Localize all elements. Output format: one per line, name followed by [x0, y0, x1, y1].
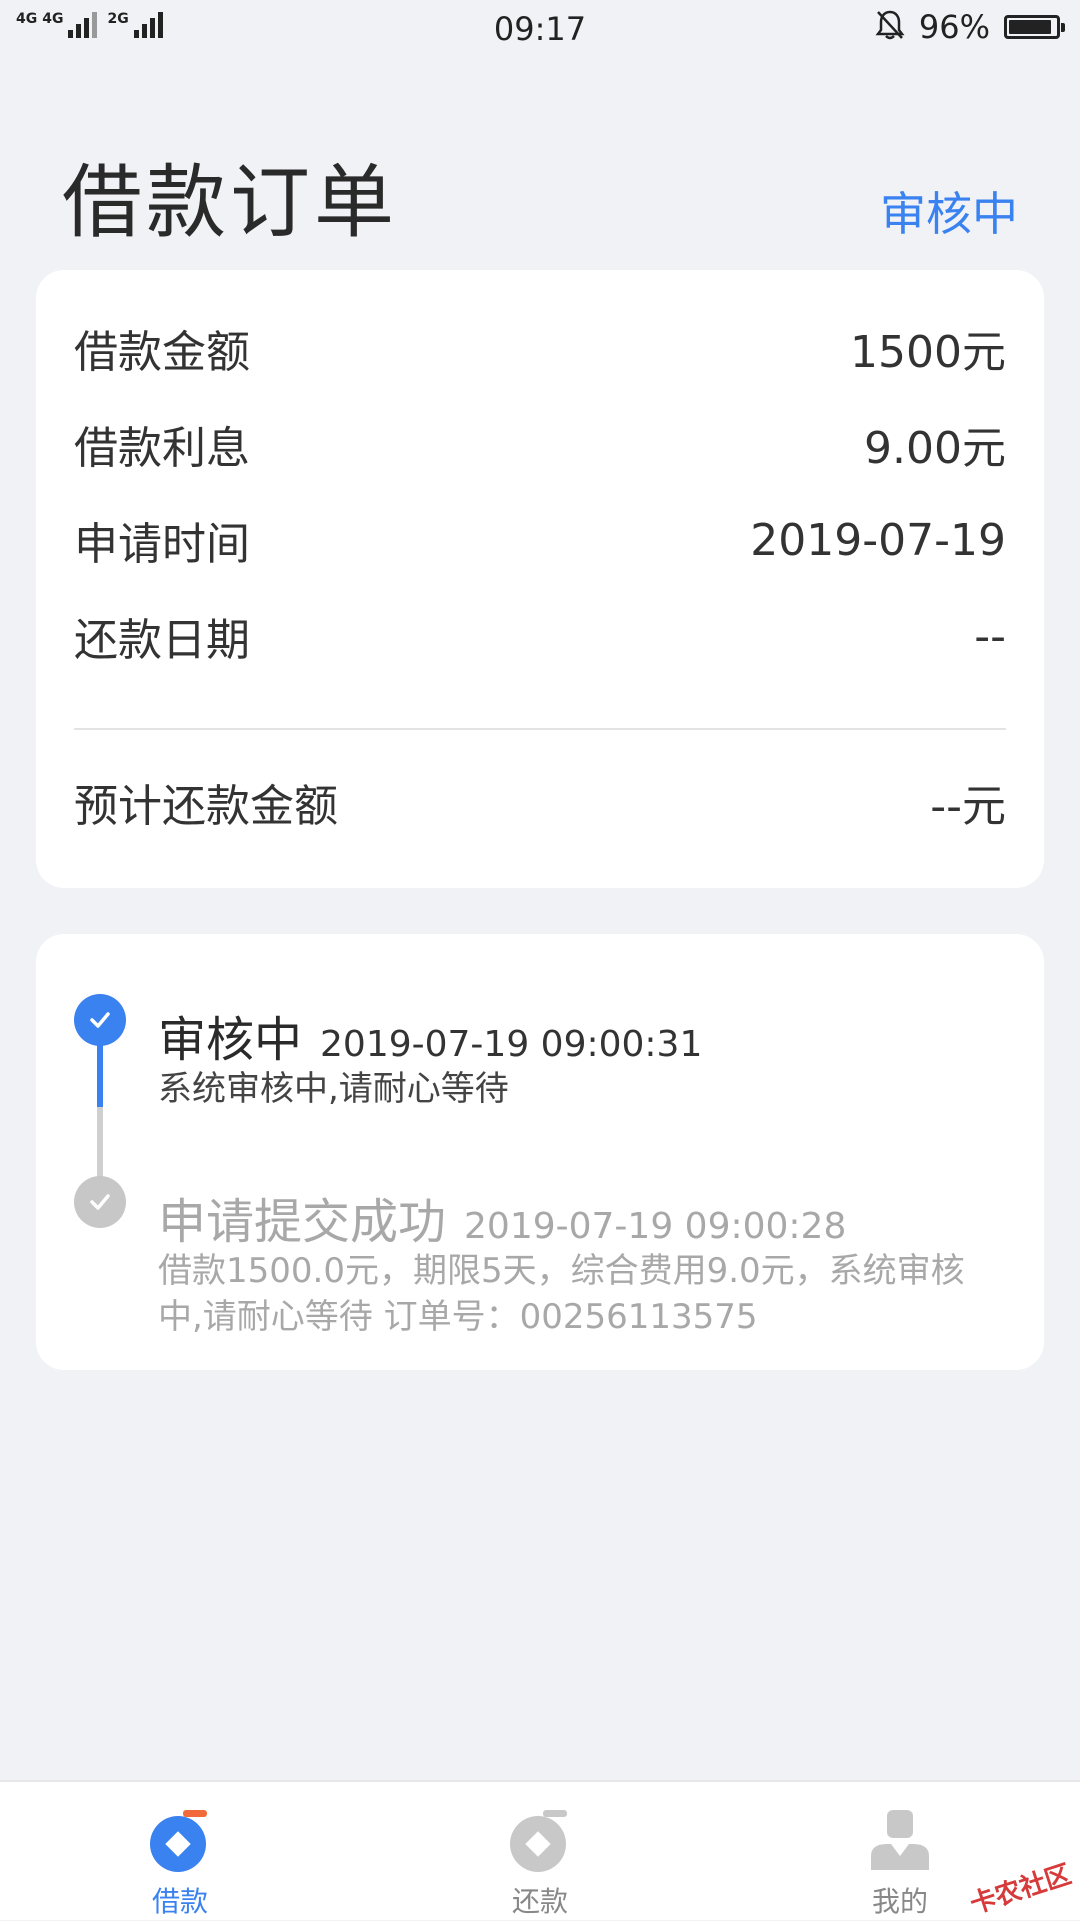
- detail-row-amount: 借款金额 1500元: [74, 327, 1006, 378]
- detail-row-interest: 借款利息 9.00元: [74, 423, 1006, 474]
- timeline-connector-active: [97, 1045, 103, 1107]
- page-title: 借款订单: [62, 156, 398, 249]
- bell-muted-icon: [875, 9, 905, 45]
- nav-item-loan[interactable]: 借款: [80, 1782, 280, 1920]
- order-status: 审核中: [880, 187, 1018, 241]
- status-bar: 4G 4G 2G 09:17 96%: [0, 0, 1080, 58]
- timeline-event-desc: 借款1500.0元，期限5天，综合费用9.0元，系统审核中,请耐心等待 订单号：…: [158, 1251, 965, 1337]
- loan-icon: [150, 1810, 207, 1872]
- detail-row-total: 预计还款金额 --元: [74, 781, 1006, 832]
- divider: [74, 728, 1006, 730]
- battery-icon: [1004, 15, 1065, 39]
- check-icon: [74, 1176, 126, 1228]
- detail-row-apply-date: 申请时间 2019-07-19: [74, 514, 1006, 571]
- bottom-nav: 借款 还款 我的: [0, 1780, 1080, 1920]
- repay-icon: [510, 1810, 567, 1872]
- check-icon: [74, 994, 126, 1046]
- detail-row-repay-date: 还款日期 --: [74, 610, 1006, 667]
- profile-icon: [871, 1810, 929, 1870]
- timeline-event-submitted: 申请提交成功 2019-07-19 09:00:28: [158, 1194, 847, 1250]
- nav-item-repay[interactable]: 还款: [440, 1782, 640, 1920]
- loan-details-card: 借款金额 1500元 借款利息 9.00元 申请时间 2019-07-19 还款…: [36, 270, 1044, 888]
- timeline-connector: [97, 1107, 103, 1177]
- timeline-event-desc: 系统审核中,请耐心等待: [158, 1069, 509, 1109]
- timeline-event-reviewing: 审核中 2019-07-19 09:00:31: [158, 1012, 703, 1068]
- battery-percent: 96%: [918, 8, 990, 46]
